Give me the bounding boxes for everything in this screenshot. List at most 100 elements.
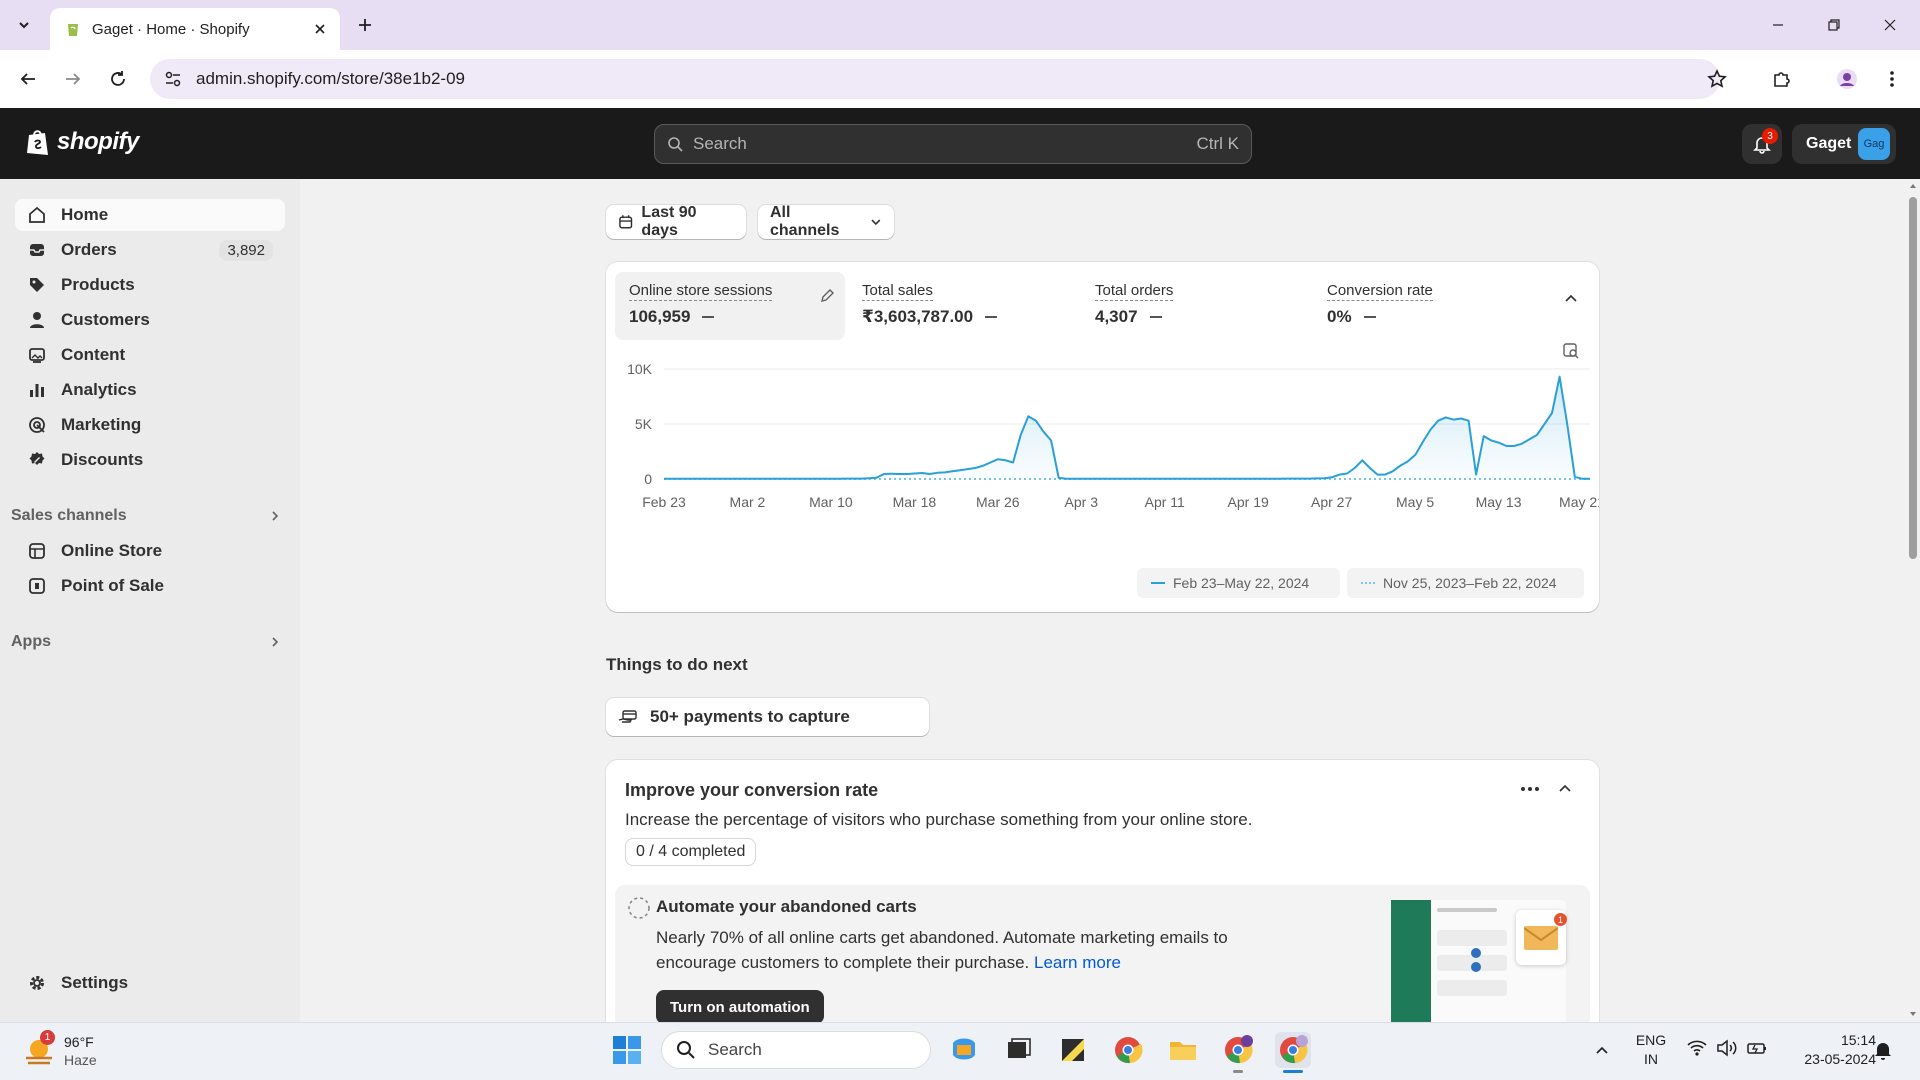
sidebar-item-label: Point of Sale: [61, 576, 164, 595]
apps-header[interactable]: Apps: [11, 633, 281, 651]
home-icon: [27, 205, 47, 225]
email-automation-illustration: 1: [1391, 900, 1567, 1022]
date-range-picker[interactable]: Last 90 days: [606, 204, 746, 239]
taskbar-copilot[interactable]: [946, 1032, 982, 1068]
illustration-green-panel: [1391, 900, 1431, 1022]
tab-title: Gaget · Home · Shopify: [92, 20, 250, 38]
legend-previous-period[interactable]: Nov 25, 2023–Feb 22, 2024: [1347, 568, 1584, 598]
extensions-button[interactable]: [1767, 65, 1795, 93]
things-to-do-title: Things to do next: [606, 655, 748, 674]
taskbar-chrome-profile-a[interactable]: [1220, 1032, 1256, 1068]
metric-value: 106,959: [629, 307, 691, 326]
site-info-icon[interactable]: [164, 70, 182, 88]
sidebar-item-analytics[interactable]: Analytics: [15, 374, 285, 406]
sidebar-item-customers[interactable]: Customers: [15, 304, 285, 336]
sidebar-item-label: Orders: [61, 240, 117, 259]
x-tick-label: Apr 3: [1065, 494, 1099, 510]
restore-button[interactable]: [1806, 0, 1862, 50]
store-menu-button[interactable]: Gaget Gag: [1792, 124, 1896, 164]
reload-icon: [111, 71, 125, 86]
sidebar-item-discounts[interactable]: Discounts: [15, 444, 285, 476]
back-button[interactable]: [14, 65, 42, 93]
taskbar-search[interactable]: Search: [661, 1031, 931, 1069]
sidebar-item-label: Online Store: [61, 541, 163, 560]
taskbar-file-explorer[interactable]: [1165, 1032, 1201, 1068]
admin-search-input[interactable]: Search Ctrl K: [654, 124, 1252, 164]
sidebar-item-products[interactable]: Products: [15, 269, 285, 301]
sidebar-item-point-of-sale[interactable]: Point of Sale: [15, 570, 285, 602]
task-status-circle-icon[interactable]: [627, 896, 651, 920]
x-tick-label: Apr 19: [1228, 494, 1269, 510]
close-tab-icon[interactable]: [314, 23, 326, 35]
address-bar[interactable]: admin.shopify.com/store/38e1b2-09: [150, 59, 1720, 99]
chevron-up-icon: [1596, 1046, 1608, 1054]
sidebar-item-settings[interactable]: Settings: [15, 967, 285, 999]
language-indicator[interactable]: ENG IN: [1630, 1031, 1672, 1069]
pos-icon: [27, 576, 47, 596]
sidebar-item-orders[interactable]: Orders 3,892: [15, 234, 285, 266]
scroll-up-arrow-icon[interactable]: [1909, 182, 1917, 190]
metric-label: Online store sessions: [629, 282, 773, 301]
learn-more-link[interactable]: Learn more: [1034, 953, 1121, 972]
chevron-up-icon[interactable]: [1564, 292, 1578, 306]
tab-search-button[interactable]: [10, 13, 38, 37]
sidebar-item-home[interactable]: Home: [15, 199, 285, 231]
x-tick-label: May 13: [1476, 494, 1522, 510]
bookmark-button[interactable]: [1703, 65, 1731, 93]
chevron-right-icon: [272, 511, 279, 521]
channel-filter-label: All channels: [770, 204, 840, 239]
page-scrollbar[interactable]: [1906, 179, 1920, 1022]
browser-menu-button[interactable]: [1878, 65, 1906, 93]
browser-tab-shopify[interactable]: Gaget · Home · Shopify: [50, 8, 340, 50]
notifications-button[interactable]: 3: [1742, 124, 1782, 164]
taskbar-task-view[interactable]: [1001, 1032, 1037, 1068]
minimize-button[interactable]: [1750, 0, 1806, 50]
chevron-up-icon[interactable]: [1558, 782, 1572, 796]
metric-online-store-sessions[interactable]: Online store sessions 106,959: [615, 272, 845, 340]
start-button[interactable]: [609, 1032, 645, 1068]
turn-on-automation-button[interactable]: Turn on automation: [656, 990, 824, 1022]
taskbar-chrome-active[interactable]: [1275, 1032, 1311, 1068]
x-tick-label: Mar 10: [809, 494, 853, 510]
metric-total-orders[interactable]: Total orders 4,307: [1081, 272, 1311, 340]
person-icon: [27, 310, 47, 330]
show-hidden-icons-button[interactable]: [1590, 1038, 1614, 1062]
more-options-icon[interactable]: [1520, 786, 1540, 792]
notification-center-button[interactable]: [1874, 1040, 1892, 1060]
sticky-notes-icon: [1062, 1039, 1084, 1061]
active-indicator: [1283, 1070, 1303, 1073]
battery-icon: [1747, 1043, 1766, 1054]
search-placeholder: Search: [693, 134, 747, 153]
scrollbar-thumb[interactable]: [1909, 197, 1917, 559]
channel-filter[interactable]: All channels: [758, 204, 894, 239]
legend-current-period[interactable]: Feb 23–May 22, 2024: [1137, 568, 1340, 598]
close-window-button[interactable]: [1862, 0, 1918, 50]
weather-widget[interactable]: 1 96°F Haze: [22, 1030, 132, 1072]
payments-to-capture-button[interactable]: 50+ payments to capture: [606, 698, 929, 736]
shopify-logo[interactable]: shopify: [25, 127, 139, 157]
sidebar-item-content[interactable]: Content: [15, 339, 285, 371]
chevron-down-icon: [19, 22, 29, 29]
new-tab-button[interactable]: [350, 12, 380, 38]
scroll-down-arrow-icon[interactable]: [1909, 1010, 1917, 1018]
system-tray[interactable]: [1686, 1038, 1768, 1058]
taskbar-chrome[interactable]: [1110, 1032, 1146, 1068]
clock[interactable]: 15:14 23-05-2024: [1780, 1031, 1876, 1069]
weather-desc: Haze: [64, 1052, 97, 1068]
star-icon: [1707, 69, 1727, 88]
sidebar-item-online-store[interactable]: Online Store: [15, 535, 285, 567]
pencil-icon[interactable]: [819, 288, 835, 304]
metric-conversion-rate[interactable]: Conversion rate 0%: [1313, 272, 1543, 340]
sidebar-item-marketing[interactable]: Marketing: [15, 409, 285, 441]
orders-icon: [27, 240, 47, 260]
browser-tab-strip: Gaget · Home · Shopify: [0, 0, 1920, 50]
windows-logo-icon: [613, 1036, 641, 1064]
reload-button[interactable]: [104, 65, 132, 93]
profile-button[interactable]: [1833, 65, 1861, 93]
chrome-icon: [1115, 1037, 1143, 1064]
metric-total-sales[interactable]: Total sales ₹3,603,787.00: [848, 272, 1078, 340]
taskbar-sticky-notes[interactable]: [1055, 1032, 1091, 1068]
forward-button[interactable]: [59, 65, 87, 93]
store-avatar: Gag: [1858, 128, 1890, 160]
sales-channels-header[interactable]: Sales channels: [11, 507, 281, 525]
